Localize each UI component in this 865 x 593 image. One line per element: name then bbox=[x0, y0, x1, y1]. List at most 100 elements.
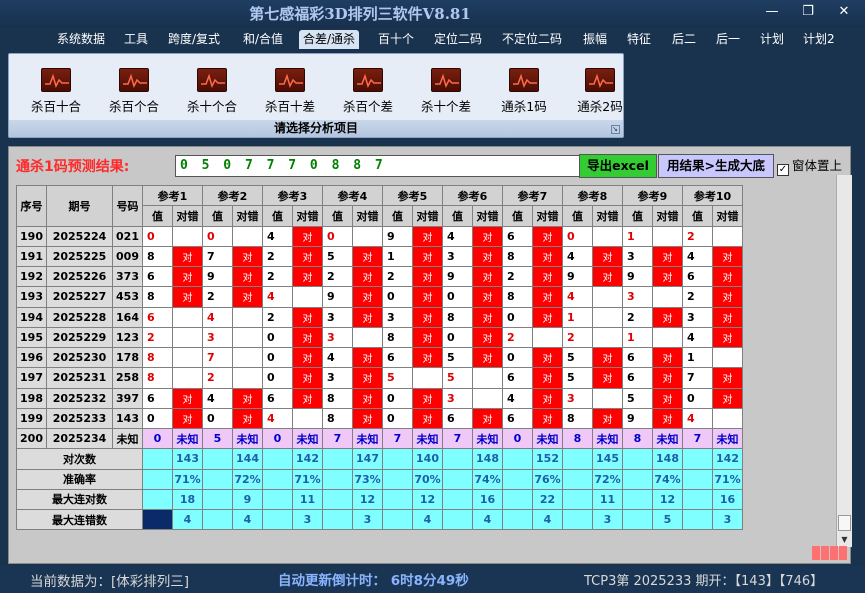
table-row[interactable]: 190 2025224 021 0 0 4 对 0 9 对 4 对 6 对 0 1 2 bbox=[16, 225, 743, 247]
check-cell: 对 bbox=[412, 326, 443, 349]
check-cell: 对 bbox=[412, 265, 443, 288]
row-period: 2025230 bbox=[46, 346, 113, 369]
scrollbar-thumb[interactable] bbox=[838, 515, 851, 531]
ribbon-button-6[interactable]: 杀十个差 bbox=[411, 68, 481, 118]
stats-value: 3 bbox=[292, 508, 323, 531]
generate-base-button[interactable]: 用结果>生成大底 bbox=[658, 154, 774, 178]
stats-value: 4 bbox=[412, 508, 443, 531]
stats-blank bbox=[622, 508, 653, 531]
current-data-label: 当前数据为：[体彩排列三] bbox=[30, 574, 190, 590]
restore-button[interactable]: ❐ bbox=[796, 3, 820, 21]
menu-amplitude[interactable]: 振幅 bbox=[583, 30, 607, 49]
stats-value: 3 bbox=[352, 508, 383, 531]
check-cell: 对 bbox=[352, 346, 383, 369]
row-seq: 195 bbox=[16, 326, 47, 349]
scroll-down-icon[interactable]: ▼ bbox=[838, 533, 851, 546]
check-cell: 对 bbox=[712, 286, 743, 308]
ribbon-button-8[interactable]: 通杀2码 bbox=[565, 68, 635, 118]
value-cell: 0 bbox=[382, 286, 413, 308]
check-cell: 对 bbox=[172, 245, 203, 268]
value-cell: 2 bbox=[202, 286, 233, 308]
ribbon-button-7[interactable]: 通杀1码 bbox=[489, 68, 559, 118]
menu-system-data[interactable]: 系统数据 bbox=[57, 30, 105, 49]
stats-blank bbox=[142, 508, 173, 531]
value-cell: 9 bbox=[202, 265, 233, 288]
check-cell: 对 bbox=[292, 245, 323, 268]
menu-sum[interactable]: 和/合值 bbox=[243, 30, 283, 49]
value-cell: 2 bbox=[202, 367, 233, 389]
ribbon-button-2[interactable]: 杀百个合 bbox=[99, 68, 169, 118]
ribbon-button-label: 杀百个差 bbox=[342, 99, 393, 114]
vertical-scrollbar[interactable]: ▼ bbox=[836, 175, 852, 547]
table-row[interactable]: 191 2025225 009 8 对 7 对 2 对 5 对 1 对 3 对 8 对 4 对 3 对 4 对 bbox=[16, 245, 743, 268]
value-cell: 2 bbox=[262, 265, 293, 288]
menu-tools[interactable]: 工具 bbox=[124, 30, 148, 49]
value-cell: 0 bbox=[262, 346, 293, 369]
value-cell: 5 bbox=[562, 346, 593, 369]
ribbon-button-4[interactable]: 杀百十差 bbox=[255, 68, 325, 118]
table-row[interactable]: 195 2025229 123 2 3 0 对 3 8 对 0 对 2 2 1 4 对 bbox=[16, 326, 743, 349]
table-row[interactable]: 196 2025230 178 8 7 0 对 4 对 6 对 5 对 0 对 5 对 6 对 1 bbox=[16, 346, 743, 369]
check-cell bbox=[352, 326, 383, 349]
header-check: 对错 bbox=[532, 205, 563, 227]
check-cell: 对 bbox=[652, 306, 683, 328]
checkbox-icon[interactable]: ✓ bbox=[777, 164, 789, 176]
table-row[interactable]: 192 2025226 373 6 对 9 对 2 对 2 对 2 对 9 对 2 对 9 对 9 对 6 对 bbox=[16, 265, 743, 288]
value-cell: 9 bbox=[322, 286, 353, 308]
ribbon-button-1[interactable]: 杀百十合 bbox=[21, 68, 91, 118]
check-cell: 对 bbox=[292, 346, 323, 369]
value-cell: 1 bbox=[382, 245, 413, 268]
stats-blank bbox=[142, 488, 173, 511]
row-seq: 200 bbox=[16, 427, 47, 450]
value-cell: 2 bbox=[142, 326, 173, 349]
dialog-launcher-icon[interactable]: ↘ bbox=[611, 125, 620, 134]
close-button[interactable]: ✕ bbox=[832, 3, 856, 21]
row-number: 397 bbox=[112, 387, 143, 409]
menu-diff-kill[interactable]: 合差/通杀 bbox=[299, 30, 360, 49]
menu-plan2[interactable]: 计划2 bbox=[803, 30, 835, 49]
stats-value: 12 bbox=[352, 488, 383, 511]
stats-value: 73% bbox=[352, 468, 383, 490]
table-row[interactable]: 193 2025227 453 8 对 2 对 4 9 对 0 对 0 对 8 对 4 3 2 对 bbox=[16, 286, 743, 308]
result-field[interactable]: 0 5 0 7 7 7 0 8 8 7 bbox=[175, 155, 581, 177]
menu-fixed-two[interactable]: 定位二码 bbox=[434, 30, 482, 49]
ribbon-button-3[interactable]: 杀十个合 bbox=[177, 68, 247, 118]
header-value: 值 bbox=[382, 205, 413, 227]
stats-blank bbox=[382, 468, 413, 490]
menu-last-one[interactable]: 后一 bbox=[716, 30, 740, 49]
stats-value: 70% bbox=[412, 468, 443, 490]
minimize-button[interactable]: — bbox=[760, 3, 784, 21]
row-number: 453 bbox=[112, 286, 143, 308]
chart-icon bbox=[585, 68, 615, 92]
value-cell: 0 bbox=[142, 407, 173, 430]
table-row[interactable]: 199 2025233 143 0 对 0 对 4 8 对 0 对 6 对 6 对 8 对 9 对 4 bbox=[16, 407, 743, 430]
value-cell: 9 bbox=[382, 225, 413, 247]
menu-hundreds-tens-units[interactable]: 百十个 bbox=[378, 30, 414, 49]
table-row[interactable]: 194 2025228 164 6 4 2 对 3 对 3 对 8 对 0 对 1 2 对 3 对 bbox=[16, 306, 743, 328]
menu-span[interactable]: 跨度/复式 bbox=[168, 30, 220, 49]
menu-plan[interactable]: 计划 bbox=[760, 30, 784, 49]
table-row[interactable]: 198 2025232 397 6 对 4 对 6 对 8 对 0 对 3 4 对 3 5 对 0 对 bbox=[16, 387, 743, 409]
export-excel-button[interactable]: 导出excel bbox=[579, 154, 657, 178]
stats-blank bbox=[322, 508, 353, 531]
value-cell: 2 bbox=[262, 245, 293, 268]
stats-value: 143 bbox=[172, 448, 203, 470]
stats-value: 72% bbox=[592, 468, 623, 490]
stats-blank bbox=[622, 488, 653, 511]
header-ref-9: 参考9 bbox=[622, 184, 683, 207]
stats-value: 72% bbox=[232, 468, 263, 490]
stats-blank bbox=[502, 508, 533, 531]
menu-last-two[interactable]: 后二 bbox=[672, 30, 696, 49]
row-number: 未知 bbox=[112, 427, 143, 450]
prediction-row[interactable]: 200 2025234 未知 0 未知 5 未知 0 未知 7 未知 7 未知 7 未知 0 未知 8 未知 8 未知 7… bbox=[16, 427, 743, 450]
on-top-checkbox[interactable]: ✓ 窗体置上 bbox=[777, 155, 842, 176]
header-value: 值 bbox=[442, 205, 473, 227]
check-cell: 对 bbox=[532, 245, 563, 268]
menu-unfixed-two[interactable]: 不定位二码 bbox=[502, 30, 562, 49]
menu-feature[interactable]: 特征 bbox=[627, 30, 651, 49]
stats-value: 152 bbox=[532, 448, 563, 470]
row-seq: 198 bbox=[16, 387, 47, 409]
ribbon-button-5[interactable]: 杀百个差 bbox=[333, 68, 403, 118]
table-row[interactable]: 197 2025231 258 8 2 0 对 3 对 5 5 6 对 5 对 6 对 7 对 bbox=[16, 367, 743, 389]
header-check: 对错 bbox=[232, 205, 263, 227]
